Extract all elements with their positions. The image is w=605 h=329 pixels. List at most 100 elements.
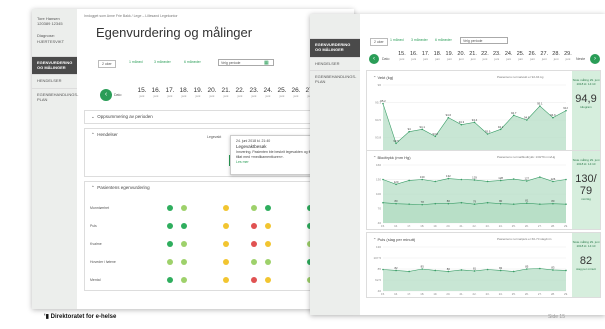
- latest-measurement-panel: Siste måling 29. juni 2018 kl. 14:10 94,9…: [572, 71, 600, 161]
- date-item[interactable]: 17. juni: [163, 87, 177, 98]
- mood-face-icon[interactable]: [181, 277, 187, 283]
- range-6-maneder[interactable]: 6 måneder: [184, 60, 201, 64]
- date-item[interactable]: 15. juni: [396, 51, 408, 61]
- date-item[interactable]: 20. juni: [455, 51, 467, 61]
- mood-face-icon[interactable]: [181, 259, 187, 265]
- date-item[interactable]: 15. juni: [135, 87, 149, 98]
- x-tick-label: 18.: [420, 224, 424, 228]
- date-month: juni: [167, 93, 173, 98]
- mood-face-icon[interactable]: [181, 241, 187, 247]
- mood-face-icon[interactable]: [223, 223, 229, 229]
- y-tick-label: 107.5: [373, 256, 381, 260]
- date-item[interactable]: 18. juni: [432, 51, 444, 61]
- mood-face-icon[interactable]: [223, 277, 229, 283]
- range-1-maned[interactable]: 1 måned: [129, 60, 143, 64]
- mood-face-icon[interactable]: [223, 241, 229, 247]
- x-tick-label: 28.: [551, 292, 555, 296]
- mood-face-icon[interactable]: [223, 205, 229, 211]
- data-label: 82: [395, 266, 399, 270]
- date-item[interactable]: 18. juni: [177, 87, 191, 98]
- date-month: juni: [423, 56, 428, 61]
- mood-face-icon[interactable]: [167, 223, 173, 229]
- latest-measurement-unit: slag per minutt: [576, 266, 596, 271]
- range-6-maneder[interactable]: 6 måneder: [435, 38, 452, 42]
- nav-hendelser[interactable]: HENDELSER: [310, 56, 360, 71]
- data-label: 94.3: [459, 120, 465, 124]
- date-item[interactable]: 16. juni: [408, 51, 420, 61]
- date-item[interactable]: 16. juni: [149, 87, 163, 98]
- date-item[interactable]: 28.juni: [550, 51, 562, 61]
- mood-face-icon[interactable]: [251, 277, 257, 283]
- mood-face-icon[interactable]: [181, 223, 187, 229]
- mood-face-icon[interactable]: [167, 205, 173, 211]
- date-item[interactable]: 21. juni: [467, 51, 479, 61]
- date-item[interactable]: 24. juni: [261, 87, 275, 98]
- mood-face-icon[interactable]: [167, 241, 173, 247]
- date-item[interactable]: 23. juni: [491, 51, 503, 61]
- next-date-button[interactable]: ›: [590, 54, 600, 64]
- range-3-maneder[interactable]: 3 måneder: [411, 38, 428, 42]
- mood-face-icon[interactable]: [265, 241, 271, 247]
- chart-subtitle: Pasientens normalblodtrykk: 130/79 mm/Hg: [497, 155, 556, 159]
- mood-face-icon[interactable]: [251, 259, 257, 265]
- mood-face-icon[interactable]: [265, 277, 271, 283]
- date-item[interactable]: 22. juni: [479, 51, 491, 61]
- prev-date-button[interactable]: ‹: [369, 54, 379, 64]
- nav-hendelser[interactable]: HENDELSER: [32, 74, 77, 88]
- mood-face-icon[interactable]: [265, 259, 271, 265]
- date-item[interactable]: 26. juni: [526, 51, 538, 61]
- date-item[interactable]: 23. juni: [247, 87, 261, 98]
- nav-egenvurdering[interactable]: EGENVURDERING OG MÅLINGER: [32, 55, 77, 75]
- date-item[interactable]: 25. juni: [515, 51, 527, 61]
- date-item[interactable]: 20. juni: [205, 87, 219, 98]
- popup-read-more-link[interactable]: Les mer: [236, 160, 314, 165]
- date-item[interactable]: 22. juni: [233, 87, 247, 98]
- date-item[interactable]: 25. juni: [275, 87, 289, 98]
- date-item[interactable]: 26. juni: [289, 87, 303, 98]
- mood-face-icon[interactable]: [167, 259, 173, 265]
- mood-face-icon[interactable]: [223, 259, 229, 265]
- date-item[interactable]: 17. juni: [420, 51, 432, 61]
- x-tick-label: 26.: [525, 292, 529, 296]
- date-month: juni: [293, 93, 299, 98]
- nav-egenbehandlingsplan[interactable]: EGENBEHANDLINGS-PLAN: [310, 70, 360, 89]
- data-label: 94.1: [498, 125, 504, 129]
- periode-input[interactable]: Velg periode: [460, 37, 508, 44]
- date-strip: 15. juni 16. juni 17. juni 18. juni 19. juni 20. ju…: [396, 51, 574, 61]
- mood-face-icon[interactable]: [181, 205, 187, 211]
- range-2-uker[interactable]: 2 uker: [98, 60, 116, 68]
- latest-measurement-unit: kilogram: [580, 104, 592, 109]
- date-item[interactable]: 27.juni: [538, 51, 550, 61]
- date-month: juni: [506, 56, 511, 61]
- range-2-uker[interactable]: 2 uker: [370, 38, 388, 46]
- left-nav: EGENVURDERING OG MÅLINGER HENDELSER EGEN…: [32, 55, 78, 107]
- nav-egenvurdering[interactable]: EGENVURDERING OG MÅLINGER: [310, 38, 360, 57]
- mood-face-icon[interactable]: [251, 223, 257, 229]
- mood-face-icon[interactable]: [251, 241, 257, 247]
- selfassessment-row-label: Kvalme: [90, 242, 102, 246]
- date-item[interactable]: 24. juni: [503, 51, 515, 61]
- mood-face-icon[interactable]: [265, 205, 271, 211]
- data-label: 93.8: [433, 132, 439, 136]
- date-item[interactable]: 21. juni: [219, 87, 233, 98]
- range-1-maned[interactable]: 1 måned: [390, 38, 404, 42]
- page-number: Side 15: [548, 314, 565, 320]
- mood-face-icon[interactable]: [167, 277, 173, 283]
- x-tick-label: 21.: [459, 292, 463, 296]
- x-tick-label: 22.: [473, 224, 477, 228]
- calendar-icon[interactable]: ▦: [264, 60, 269, 66]
- nav-egenbehandlingsplan[interactable]: EGENBEHANDLINGS-PLAN: [32, 88, 78, 107]
- summary-section[interactable]: ⌄ Oppsummering av perioden: [84, 110, 348, 124]
- range-3-maneder[interactable]: 3 måneder: [154, 60, 171, 64]
- date-month: juni: [458, 56, 464, 61]
- prev-label: Dato: [382, 57, 390, 61]
- date-item[interactable]: 29.juni: [562, 51, 574, 61]
- data-label: 129: [472, 175, 477, 179]
- mood-face-icon[interactable]: [265, 223, 271, 229]
- date-item[interactable]: 19. juni: [191, 87, 205, 98]
- y-tick-label: 93.8: [375, 136, 381, 140]
- prev-date-button[interactable]: ‹: [100, 89, 112, 101]
- date-item[interactable]: 19. juni: [443, 51, 455, 61]
- mood-face-icon[interactable]: [251, 205, 257, 211]
- selfassessment-header: ⌃ Pasientens egenvurdering: [91, 185, 150, 190]
